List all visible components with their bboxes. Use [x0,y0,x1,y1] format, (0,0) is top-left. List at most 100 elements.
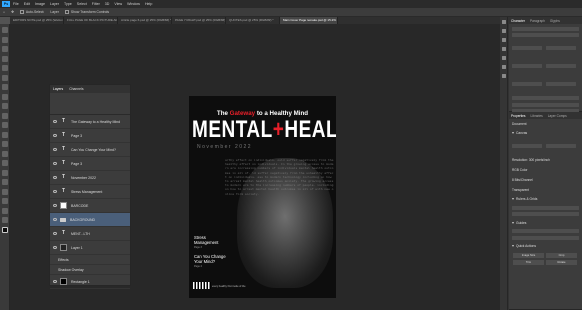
layer-row[interactable]: T Page 3 [50,157,130,171]
rotate-button[interactable]: Rotate [546,260,577,265]
menu-help[interactable]: Help [145,2,152,6]
tab-page-7[interactable]: PAGE 7 RIGHT.psd @ 25% (RGB/8#) * [172,17,226,24]
tab-character[interactable]: Character [511,19,525,23]
eye-icon[interactable] [53,190,57,193]
font-size-field[interactable] [512,46,542,50]
frame-tool-icon[interactable] [2,74,8,81]
layer-row[interactable]: Rectangle 1 [50,275,130,289]
show-transform-checkbox[interactable]: Show Transform Controls [64,10,109,14]
history-icon[interactable] [502,20,506,24]
move-tool-icon[interactable]: ✥ [11,10,14,14]
layer-row[interactable]: T MENT...LTH [50,227,130,241]
marquee-tool-icon[interactable] [2,36,8,43]
layer-row[interactable]: T The Gateway to a Healthy Mind [50,115,130,129]
width-field[interactable] [512,143,542,148]
hand-tool-icon[interactable] [2,207,8,214]
eraser-tool-icon[interactable] [2,131,8,138]
image-size-button[interactable]: Image Size [513,253,544,258]
home-icon[interactable]: ⌂ [3,10,5,14]
eye-icon[interactable] [53,176,57,179]
menu-image[interactable]: Image [35,2,45,6]
menu-filter[interactable]: Filter [92,2,100,6]
fill-dropdown[interactable]: Transparent [509,185,582,195]
eye-icon[interactable] [53,246,57,249]
vertical-scale-field[interactable] [512,82,542,86]
trim-button[interactable]: Trim [513,260,544,265]
crop-button[interactable]: Crop [546,253,577,258]
guides-settings[interactable] [512,229,579,233]
color-swatch-icon[interactable] [2,226,8,233]
tab-layer-comps[interactable]: Layer Comps [548,114,567,118]
tab-main-cover[interactable]: Main Cover Page remake.psd @ 15.2% (RGB/… [280,17,338,24]
kerning-field[interactable] [512,64,542,68]
info-icon[interactable] [502,74,506,78]
path-select-tool-icon[interactable] [2,188,8,195]
actions-icon[interactable] [502,65,506,69]
bits-dropdown[interactable]: 8 Bits/Channel [509,175,582,185]
horizontal-scale-field[interactable] [546,82,576,86]
eye-icon[interactable] [53,204,57,207]
paths-icon[interactable] [502,47,506,51]
layer-row[interactable]: T November 2022 [50,171,130,185]
dodge-tool-icon[interactable] [2,160,8,166]
tab-layers[interactable]: Layers [53,87,63,91]
layer-row[interactable]: BACKGROUND [50,213,130,227]
crop-tool-icon[interactable] [2,65,8,71]
eye-icon[interactable] [53,232,57,235]
menu-select[interactable]: Select [77,2,87,6]
brush-settings-icon[interactable] [502,56,506,60]
menu-file[interactable]: File [13,2,19,6]
eye-icon[interactable] [53,162,57,165]
rulers-grids-section[interactable]: Rulers & Grids [509,195,582,203]
show-transform-box[interactable] [64,10,69,14]
eye-icon[interactable] [53,148,57,151]
tracking-field[interactable] [546,64,576,68]
tab-full-page[interactable]: FULL PAGE OF BLACK PICTURE ARTICLE.psd @… [64,17,118,24]
move-tool-icon[interactable] [2,27,8,33]
font-style-dropdown[interactable] [512,33,579,37]
leading-field[interactable] [546,46,576,50]
menu-edit[interactable]: Edit [24,2,30,6]
tab-quotes[interactable]: QUOTES.psd @ 25% (RGB/8#) * [226,17,280,24]
color-field[interactable] [512,96,579,100]
guides-color[interactable] [512,235,579,240]
grid-settings[interactable] [512,212,579,216]
type-style-buttons[interactable] [512,102,579,107]
effect-row[interactable]: Shadow Overlay [50,265,130,275]
guides-section[interactable]: Guides [509,219,582,227]
layer-row[interactable]: T Can You Change Your Mind? [50,143,130,157]
layer-row[interactable]: T Page 3 [50,129,130,143]
menu-window[interactable]: Window [127,2,140,6]
adjustments-icon[interactable] [502,38,506,42]
zoom-tool-icon[interactable] [2,217,8,223]
blur-tool-icon[interactable] [2,150,8,157]
effects-row[interactable]: Effects [50,255,130,265]
auto-select-checkbox[interactable]: Auto-Select: [19,10,44,14]
height-field[interactable] [546,143,576,148]
tab-article-6[interactable]: Article page 6.psd @ 25% (RGB/8#) * [118,17,172,24]
eye-icon[interactable] [53,280,57,283]
tab-paragraph[interactable]: Paragraph [530,19,545,23]
tab-libraries[interactable]: Libraries [531,114,543,118]
magazine-cover[interactable]: arthy effect on individuals. ould suffer… [189,96,336,298]
layers-options[interactable] [50,93,130,115]
eye-icon[interactable] [53,120,57,123]
menu-type[interactable]: Type [64,2,72,6]
healing-tool-icon[interactable] [2,93,8,100]
shape-tool-icon[interactable] [2,198,8,204]
quick-select-tool-icon[interactable] [2,55,8,62]
canvas-area[interactable]: arthy effect on individuals. ould suffer… [10,24,500,310]
swatches-icon[interactable] [502,29,506,33]
tab-glyphs[interactable]: Glyphs [550,19,560,23]
mode-dropdown[interactable]: RGB Color [509,165,582,175]
eye-icon[interactable] [53,218,57,221]
history-brush-tool-icon[interactable] [2,122,8,128]
layer-row[interactable]: Layer 1 [50,241,130,255]
quick-actions-section[interactable]: Quick Actions [509,242,582,250]
brush-tool-icon[interactable] [2,103,8,109]
type-tool-icon[interactable] [2,179,8,185]
auto-select-box[interactable] [19,10,24,14]
lasso-tool-icon[interactable] [2,46,8,52]
menu-3d[interactable]: 3D [105,2,110,6]
eyedropper-tool-icon[interactable] [2,84,8,90]
